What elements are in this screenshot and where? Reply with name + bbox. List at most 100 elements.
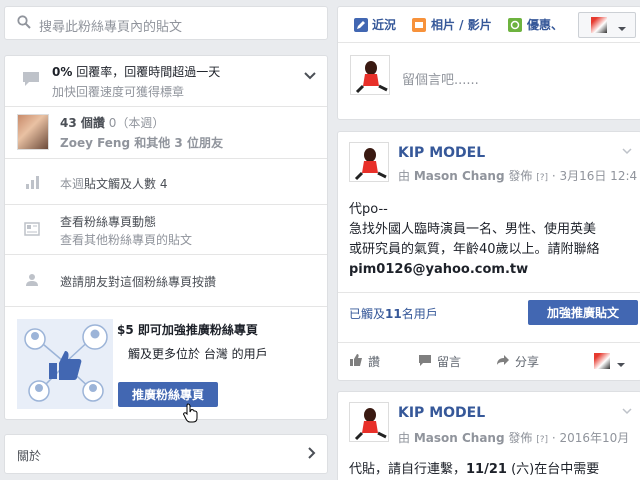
post-text-bold: 11/21: [466, 462, 507, 477]
friend-avatar[interactable]: [17, 114, 49, 150]
tab-photo-label: 相片 / 影片: [431, 18, 492, 32]
post-help[interactable]: [?]: [536, 435, 548, 445]
page-info-card: 0% 回覆率，回覆時間超過一天 加快回覆速度可獲得標章 43 個讚 0（本週） …: [4, 55, 328, 423]
about-label: 關於: [17, 449, 42, 463]
reach-suffix: 名用戶: [401, 307, 438, 321]
tab-status[interactable]: 近況: [354, 16, 396, 33]
composer: 近況 相片 / 影片 優惠、 留個言吧......: [337, 6, 640, 120]
photo-icon: [412, 17, 426, 32]
post-line: 或研究員的氣質，年齡40歲以上。請附聯絡: [349, 242, 600, 257]
composer-avatar: [350, 55, 390, 95]
invite-icon: [25, 273, 39, 290]
promo-illustration: [17, 319, 113, 409]
post-email: pim0126@yahoo.com.tw: [349, 262, 529, 277]
post-published: 發佈: [504, 169, 537, 183]
search-input[interactable]: 搜尋此粉絲專頁內的貼文: [39, 16, 182, 35]
invite-text[interactable]: 邀請朋友對這個粉絲專頁按讚: [60, 273, 216, 290]
paren-close: ）: [152, 116, 165, 130]
bar-chart-icon: [25, 175, 39, 192]
post-date[interactable]: · 3月16日 12:4: [548, 169, 637, 183]
invite-row[interactable]: 邀請朋友對這個粉絲專頁按讚: [5, 254, 327, 306]
post-help[interactable]: [?]: [536, 173, 548, 183]
chevron-down-icon[interactable]: [303, 70, 317, 84]
comment-icon: [418, 353, 432, 370]
page-avatar-mini: [591, 17, 607, 33]
post-author[interactable]: KIP MODEL: [398, 145, 485, 161]
page-avatar-mini: [594, 353, 610, 369]
post-poster[interactable]: Mason Chang: [414, 169, 505, 183]
share-icon: [496, 353, 510, 370]
promo-desc-suffix: 的用戶: [227, 347, 268, 361]
response-rate-label: 回覆率，回覆時間超過一天: [72, 65, 221, 79]
page-identity-selector[interactable]: [578, 12, 636, 38]
post-by: 由: [398, 431, 414, 445]
post-actions: 讚 留言 分享: [338, 342, 640, 380]
post-poster[interactable]: Mason Chang: [414, 431, 505, 445]
chevron-down-icon: [616, 358, 626, 372]
post-avatar[interactable]: [349, 402, 389, 442]
thumbs-up-icon: [47, 347, 83, 386]
response-rate-text: 0% 回覆率，回覆時間超過一天: [52, 63, 220, 80]
likes-new: 本週: [128, 116, 153, 130]
post-line: 急找外國人臨時演員一名、男性、使用英美: [349, 222, 597, 237]
composer-input[interactable]: 留個言吧......: [402, 69, 479, 88]
tab-offer[interactable]: 優惠、: [508, 16, 563, 33]
post-reach[interactable]: 已觸及11名用戶: [349, 305, 438, 322]
post-meta: 由 Mason Chang 發佈 [?] · 3月16日 12:4: [398, 167, 638, 184]
activity-sub: 查看其他粉絲專頁的貼文: [60, 233, 193, 247]
thumbs-up-icon: [349, 353, 363, 370]
promo-desc: 觸及更多位於 台灣 的用戶: [128, 345, 268, 362]
share-label: 分享: [515, 355, 540, 369]
likes-friends[interactable]: Zoey Feng 和其他 3 位朋友: [60, 134, 223, 151]
about-section[interactable]: 關於: [4, 434, 328, 474]
chevron-down-icon[interactable]: [622, 404, 632, 418]
reach-row[interactable]: 本週貼文觸及人數 4: [5, 158, 327, 204]
promo-price: $5 即可加強推廣粉絲專頁: [117, 323, 258, 337]
chevron-down-icon: [617, 22, 627, 36]
reach-prefix: 本週: [60, 177, 85, 191]
chevron-right-icon: [307, 446, 317, 463]
activity-row[interactable]: 查看粉絲專頁動態 查看其他粉絲專頁的貼文: [5, 204, 327, 254]
post-author[interactable]: KIP MODEL: [398, 405, 485, 421]
post-reach-bar: 已觸及11名用戶 加強推廣貼文: [338, 292, 640, 332]
tab-photo-video[interactable]: 相片 / 影片: [412, 16, 492, 33]
promote-page-button[interactable]: 推廣粉絲專頁: [118, 382, 218, 407]
post-line: 代po--: [349, 202, 388, 217]
search-box[interactable]: 搜尋此粉絲專頁內的貼文: [4, 6, 328, 40]
chat-bubble-icon: [21, 70, 41, 91]
likes-count: 43 個讚: [60, 116, 105, 130]
promo-section: $5 即可加強推廣粉絲專頁 觸及更多位於 台灣 的用戶 推廣粉絲專頁: [5, 306, 327, 423]
post-text-prefix: 代貼，請自行連繫，: [349, 462, 467, 477]
tab-offer-label: 優惠、: [527, 18, 564, 32]
response-rate-sub: 加快回覆速度可獲得標章: [52, 85, 185, 99]
post-body: 代貼，請自行連繫，11/21 (六)在台中需要: [349, 458, 639, 477]
news-feed-icon: [24, 222, 40, 239]
promo-desc-prefix: 觸及更多位於: [128, 347, 204, 361]
page-identity-selector[interactable]: [594, 353, 634, 371]
reach-prefix: 已觸及: [349, 307, 386, 321]
paren-open: （: [116, 116, 129, 130]
response-rate-value: 0%: [52, 65, 73, 79]
post-card: KIP MODEL 由 Mason Chang 發佈 [?] · 2016年10…: [337, 391, 640, 480]
post-avatar[interactable]: [349, 142, 389, 182]
offer-icon: [508, 17, 522, 32]
chevron-down-icon[interactable]: [622, 144, 632, 158]
response-rate-row[interactable]: 0% 回覆率，回覆時間超過一天 加快回覆速度可獲得標章: [5, 56, 327, 106]
reach-count: 11: [385, 307, 402, 321]
search-icon: [17, 15, 31, 32]
likes-row[interactable]: 43 個讚 0（本週） Zoey Feng 和其他 3 位朋友: [5, 106, 327, 158]
post-published: 發佈: [504, 431, 537, 445]
boost-post-button[interactable]: 加強推廣貼文: [528, 300, 638, 325]
post-body: 代po-- 急找外國人臨時演員一名、男性、使用英美 或研究員的氣質，年齡40歲以…: [349, 200, 639, 280]
post-card: KIP MODEL 由 Mason Chang 發佈 [?] · 3月16日 1…: [337, 131, 640, 381]
promo-desc-place: 台灣: [203, 347, 228, 361]
post-meta: 由 Mason Chang 發佈 [?] · 2016年10月: [398, 429, 638, 446]
tab-status-label: 近況: [372, 18, 397, 32]
post-date[interactable]: · 2016年10月: [548, 431, 629, 445]
share-button[interactable]: 分享: [496, 353, 539, 370]
activity-title: 查看粉絲專頁動態: [60, 215, 157, 229]
like-label: 讚: [368, 355, 381, 369]
post-text-suffix: (六)在台中需要: [506, 462, 600, 477]
comment-button[interactable]: 留言: [418, 353, 461, 370]
like-button[interactable]: 讚: [349, 353, 380, 370]
